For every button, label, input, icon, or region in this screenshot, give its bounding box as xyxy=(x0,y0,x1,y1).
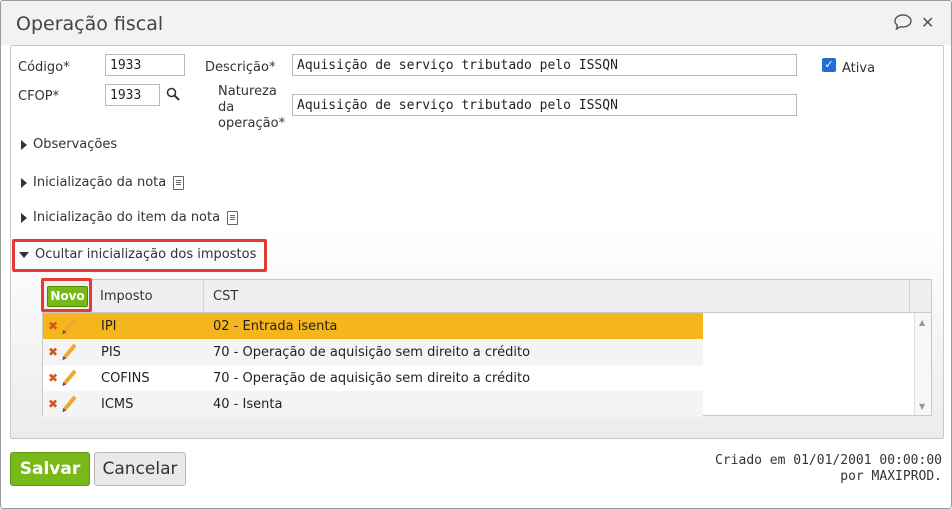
column-header-imposto: Imposto xyxy=(100,289,153,304)
table-row[interactable]: ✖ PIS 70 - Operação de aquisição sem dir… xyxy=(43,339,703,365)
delete-icon[interactable]: ✖ xyxy=(48,346,58,358)
edit-pencil-icon[interactable] xyxy=(63,395,77,411)
cell-cst: 02 - Entrada isenta xyxy=(213,319,338,334)
inicializacao-item-toggle[interactable]: Inicialização do item da nota xyxy=(21,210,239,225)
operacao-fiscal-dialog: Operação fiscal ✕ Código* 1933 Descrição… xyxy=(0,0,952,509)
created-info: Criado em 01/01/2001 00:00:00 por MAXIPR… xyxy=(715,453,942,485)
table-row[interactable]: ✖ IPI 02 - Entrada isenta xyxy=(43,313,703,339)
edit-pencil-icon[interactable] xyxy=(63,317,77,333)
cell-cst: 70 - Operação de aquisição sem direito a… xyxy=(213,345,531,360)
codigo-label: Código* xyxy=(18,60,70,75)
cfop-input[interactable]: 1933 xyxy=(105,84,160,106)
impostos-grid: Novo Imposto CST ✖ IPI 02 - Entrada isen… xyxy=(42,279,932,417)
delete-icon[interactable]: ✖ xyxy=(48,320,58,332)
highlight-ocultar-impostos xyxy=(12,239,267,272)
observacoes-label: Observações xyxy=(33,137,118,152)
edit-pencil-icon[interactable] xyxy=(63,343,77,359)
expand-arrow-icon xyxy=(21,139,27,150)
created-date: Criado em 01/01/2001 00:00:00 xyxy=(715,453,942,468)
grid-header-imposto[interactable]: Imposto xyxy=(91,280,204,312)
grid-header-cst[interactable]: CST xyxy=(204,280,910,312)
scroll-up-icon[interactable]: ▲ xyxy=(919,318,925,327)
natureza-input[interactable]: Aquisição de serviço tributado pelo ISSQ… xyxy=(292,94,797,116)
cell-imposto: PIS xyxy=(101,345,121,360)
close-icon[interactable]: ✕ xyxy=(921,13,934,32)
observacoes-toggle[interactable]: Observações xyxy=(21,137,117,152)
edit-pencil-icon[interactable] xyxy=(63,369,77,385)
natureza-label-line2: da xyxy=(218,100,235,115)
speech-bubble-icon[interactable] xyxy=(894,14,912,34)
delete-icon[interactable]: ✖ xyxy=(48,372,58,384)
form-panel: Código* 1933 Descrição* Aquisição de ser… xyxy=(10,45,944,439)
cell-imposto: IPI xyxy=(101,319,117,334)
dialog-title: Operação fiscal xyxy=(16,13,164,35)
grid-header: Novo Imposto CST xyxy=(43,280,931,313)
document-icon[interactable] xyxy=(173,175,185,190)
delete-icon[interactable]: ✖ xyxy=(48,398,58,410)
descricao-label: Descrição* xyxy=(205,60,276,75)
created-by: por MAXIPROD. xyxy=(840,469,942,484)
column-header-cst: CST xyxy=(213,289,239,304)
ativa-label: Ativa xyxy=(842,61,876,76)
grid-scrollbar[interactable]: ▲ ▼ xyxy=(914,313,931,415)
dialog-titlebar: Operação fiscal ✕ xyxy=(1,1,951,45)
search-icon[interactable] xyxy=(166,87,180,105)
cell-imposto: ICMS xyxy=(101,397,134,412)
table-row[interactable]: ✖ ICMS 40 - Isenta xyxy=(43,391,703,417)
document-icon[interactable] xyxy=(227,210,239,225)
cfop-label: CFOP* xyxy=(18,89,60,104)
natureza-label-line3: operação* xyxy=(218,116,286,131)
natureza-label-line1: Natureza xyxy=(218,84,277,99)
codigo-input[interactable]: 1933 xyxy=(105,54,185,76)
inicializacao-nota-label: Inicialização da nota xyxy=(33,175,167,190)
save-button[interactable]: Salvar xyxy=(10,452,90,486)
cell-cst: 70 - Operação de aquisição sem direito a… xyxy=(213,371,531,386)
inicializacao-nota-toggle[interactable]: Inicialização da nota xyxy=(21,175,185,190)
expand-arrow-icon xyxy=(21,212,27,223)
expand-arrow-icon xyxy=(21,177,27,188)
descricao-input[interactable]: Aquisição de serviço tributado pelo ISSQ… xyxy=(292,54,797,76)
scroll-down-icon[interactable]: ▼ xyxy=(919,402,925,411)
highlight-novo-button xyxy=(41,278,92,312)
cell-imposto: COFINS xyxy=(101,371,150,386)
inicializacao-item-label: Inicialização do item da nota xyxy=(33,210,221,225)
ativa-checkbox[interactable]: ✓ xyxy=(822,58,836,72)
cancel-button[interactable]: Cancelar xyxy=(94,452,186,486)
table-row[interactable]: ✖ COFINS 70 - Operação de aquisição sem … xyxy=(43,365,703,391)
cell-cst: 40 - Isenta xyxy=(213,397,283,412)
